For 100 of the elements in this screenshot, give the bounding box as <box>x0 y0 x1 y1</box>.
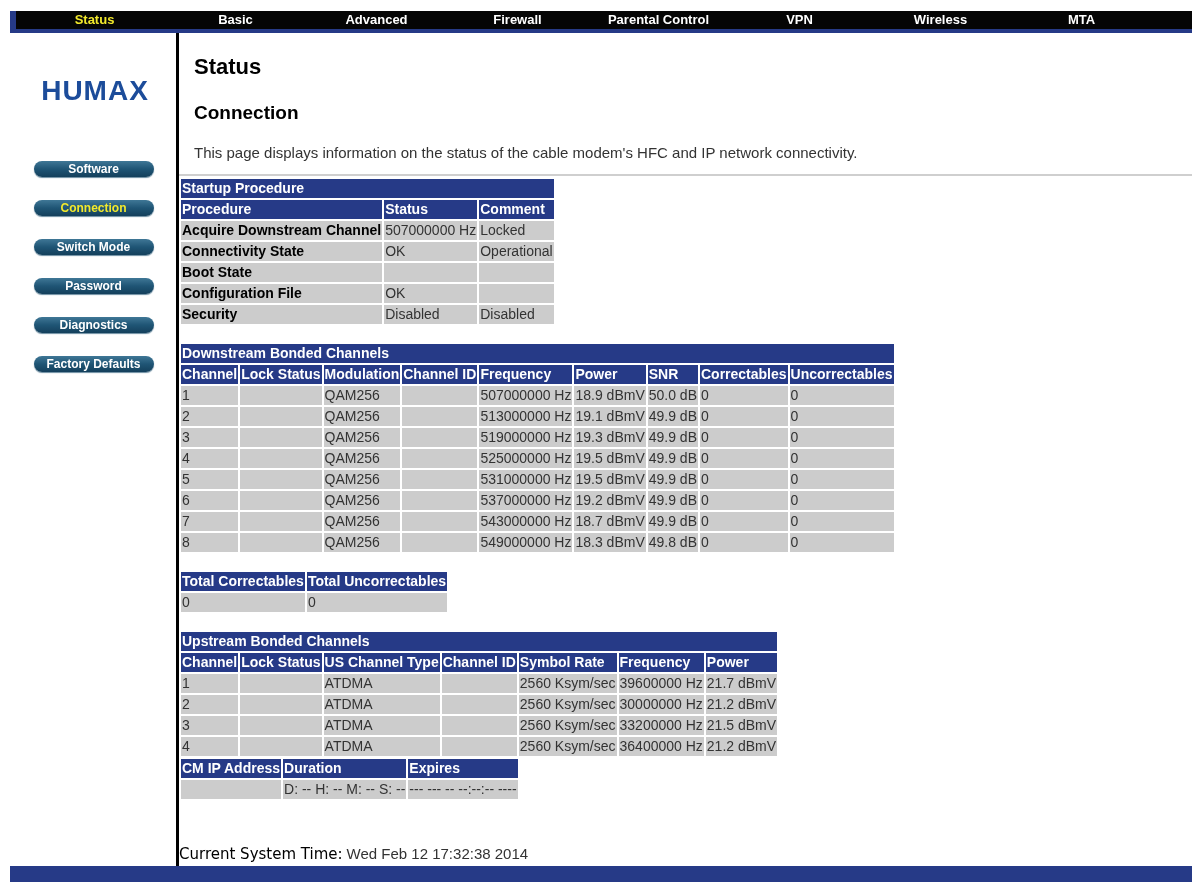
table-cell: 543000000 Hz <box>479 512 573 531</box>
table-cell: 0 <box>700 407 788 426</box>
column-header: SNR <box>647 365 698 384</box>
table-cell: ATDMA <box>323 695 440 714</box>
sidebar-button[interactable]: Software <box>33 161 154 177</box>
sidebar-button[interactable]: Password <box>33 278 154 294</box>
sidebar-button[interactable]: Switch Mode <box>33 239 154 255</box>
table-cell: ATDMA <box>323 674 440 693</box>
table-cell: 2560 Ksym/sec <box>518 674 617 693</box>
table-cell: 19.2 dBmV <box>574 491 646 510</box>
table-cell: 2560 Ksym/sec <box>518 737 617 756</box>
column-header: CM IP Address <box>181 759 282 778</box>
table-cell: Operational <box>479 242 554 261</box>
sidebar-button[interactable]: Diagnostics <box>33 317 154 333</box>
table-cell: 0 <box>700 386 788 405</box>
nav-tab[interactable]: Parental Control <box>607 11 710 29</box>
table-cell: 39600000 Hz <box>618 674 704 693</box>
table-cell: 0 <box>700 428 788 447</box>
table-cell: 18.3 dBmV <box>574 533 646 552</box>
table-cell: 513000000 Hz <box>479 407 573 426</box>
column-header: Channel ID <box>402 365 478 384</box>
table-cell: 0 <box>789 533 894 552</box>
table-cell: 2 <box>181 407 239 426</box>
table-cell: 21.2 dBmV <box>705 737 778 756</box>
nav-tab[interactable]: MTA <box>1067 11 1096 29</box>
table-cell: 1 <box>181 386 239 405</box>
table-cell: 531000000 Hz <box>479 470 573 489</box>
nav-tab[interactable]: Status <box>74 11 115 29</box>
table-cell: 0 <box>700 512 788 531</box>
table-cell: 0 <box>306 593 448 612</box>
table-cell: 6 <box>181 491 239 510</box>
table-cell: D: -- H: -- M: -- S: -- <box>283 780 407 799</box>
table-cell: 537000000 Hz <box>479 491 573 510</box>
column-header: Channel <box>181 653 239 672</box>
table-cell: 0 <box>789 512 894 531</box>
table-cell: 18.7 dBmV <box>574 512 646 531</box>
column-header: Uncorrectables <box>789 365 894 384</box>
table-cell: 2560 Ksym/sec <box>518 695 617 714</box>
logo: HUMAX <box>40 75 149 107</box>
table-cell: 21.2 dBmV <box>705 695 778 714</box>
table-cell: 7 <box>181 512 239 531</box>
table-cell: 49.9 dB <box>647 470 698 489</box>
column-header: Channel ID <box>441 653 517 672</box>
table-cell: 0 <box>181 593 305 612</box>
table-cell: 30000000 Hz <box>618 695 704 714</box>
table-cell: 4 <box>181 737 239 756</box>
table-cell: 507000000 Hz <box>384 221 478 240</box>
table-cell: 2560 Ksym/sec <box>518 716 617 735</box>
table-cell: 507000000 Hz <box>479 386 573 405</box>
column-header: Status <box>384 200 478 219</box>
table-title: Downstream Bonded Channels <box>181 344 894 363</box>
table-cell: 525000000 Hz <box>479 449 573 468</box>
table-cell: 549000000 Hz <box>479 533 573 552</box>
table-cell: 0 <box>789 449 894 468</box>
table-cell: 49.9 dB <box>647 428 698 447</box>
page-title: Status <box>194 53 263 81</box>
column-header: US Channel Type <box>323 653 440 672</box>
table-cell: 49.9 dB <box>647 512 698 531</box>
table-title: Upstream Bonded Channels <box>181 632 778 651</box>
table-cell: QAM256 <box>323 491 401 510</box>
table-cell: 19.5 dBmV <box>574 470 646 489</box>
table-cell: QAM256 <box>323 386 401 405</box>
table-cell: 3 <box>181 716 239 735</box>
table-cell: 49.9 dB <box>647 407 698 426</box>
column-header: Comment <box>479 200 554 219</box>
table-cell: 519000000 Hz <box>479 428 573 447</box>
table-cell: 5 <box>181 470 239 489</box>
sidebar-button[interactable]: Factory Defaults <box>33 356 154 372</box>
nav-tab[interactable]: Wireless <box>913 11 968 29</box>
table-cell: OK <box>384 284 478 303</box>
column-header: Frequency <box>618 653 704 672</box>
table-cell: 21.7 dBmV <box>705 674 778 693</box>
table-cell: Disabled <box>479 305 554 324</box>
column-header: Correctables <box>700 365 788 384</box>
table-cell: Disabled <box>384 305 478 324</box>
column-header: Channel <box>181 365 239 384</box>
column-header: Modulation <box>323 365 401 384</box>
description: This page displays information on the status of the cable modem's HFC and IP network connectivity. <box>194 143 859 163</box>
table-cell: 0 <box>789 491 894 510</box>
table-cell: 0 <box>700 491 788 510</box>
table-cell: 18.9 dBmV <box>574 386 646 405</box>
column-header: Frequency <box>479 365 573 384</box>
table-cell: 49.9 dB <box>647 449 698 468</box>
table-cell: 49.9 dB <box>647 491 698 510</box>
column-header: Procedure <box>181 200 383 219</box>
column-header: Power <box>574 365 646 384</box>
table-cell: 2 <box>181 695 239 714</box>
nav-tab[interactable]: Advanced <box>345 11 408 29</box>
nav-tab[interactable]: VPN <box>786 11 813 29</box>
nav-tab[interactable]: Firewall <box>493 11 542 29</box>
table-cell: 19.1 dBmV <box>574 407 646 426</box>
nav-tab[interactable]: Basic <box>218 11 253 29</box>
table-cell: 0 <box>700 533 788 552</box>
table-cell: 0 <box>700 470 788 489</box>
sidebar-button[interactable]: Connection <box>33 200 154 216</box>
table-cell: 21.5 dBmV <box>705 716 778 735</box>
table-cell: 36400000 Hz <box>618 737 704 756</box>
table-cell: ATDMA <box>323 716 440 735</box>
column-header: Lock Status <box>240 365 322 384</box>
row-header: Configuration File <box>181 284 383 303</box>
